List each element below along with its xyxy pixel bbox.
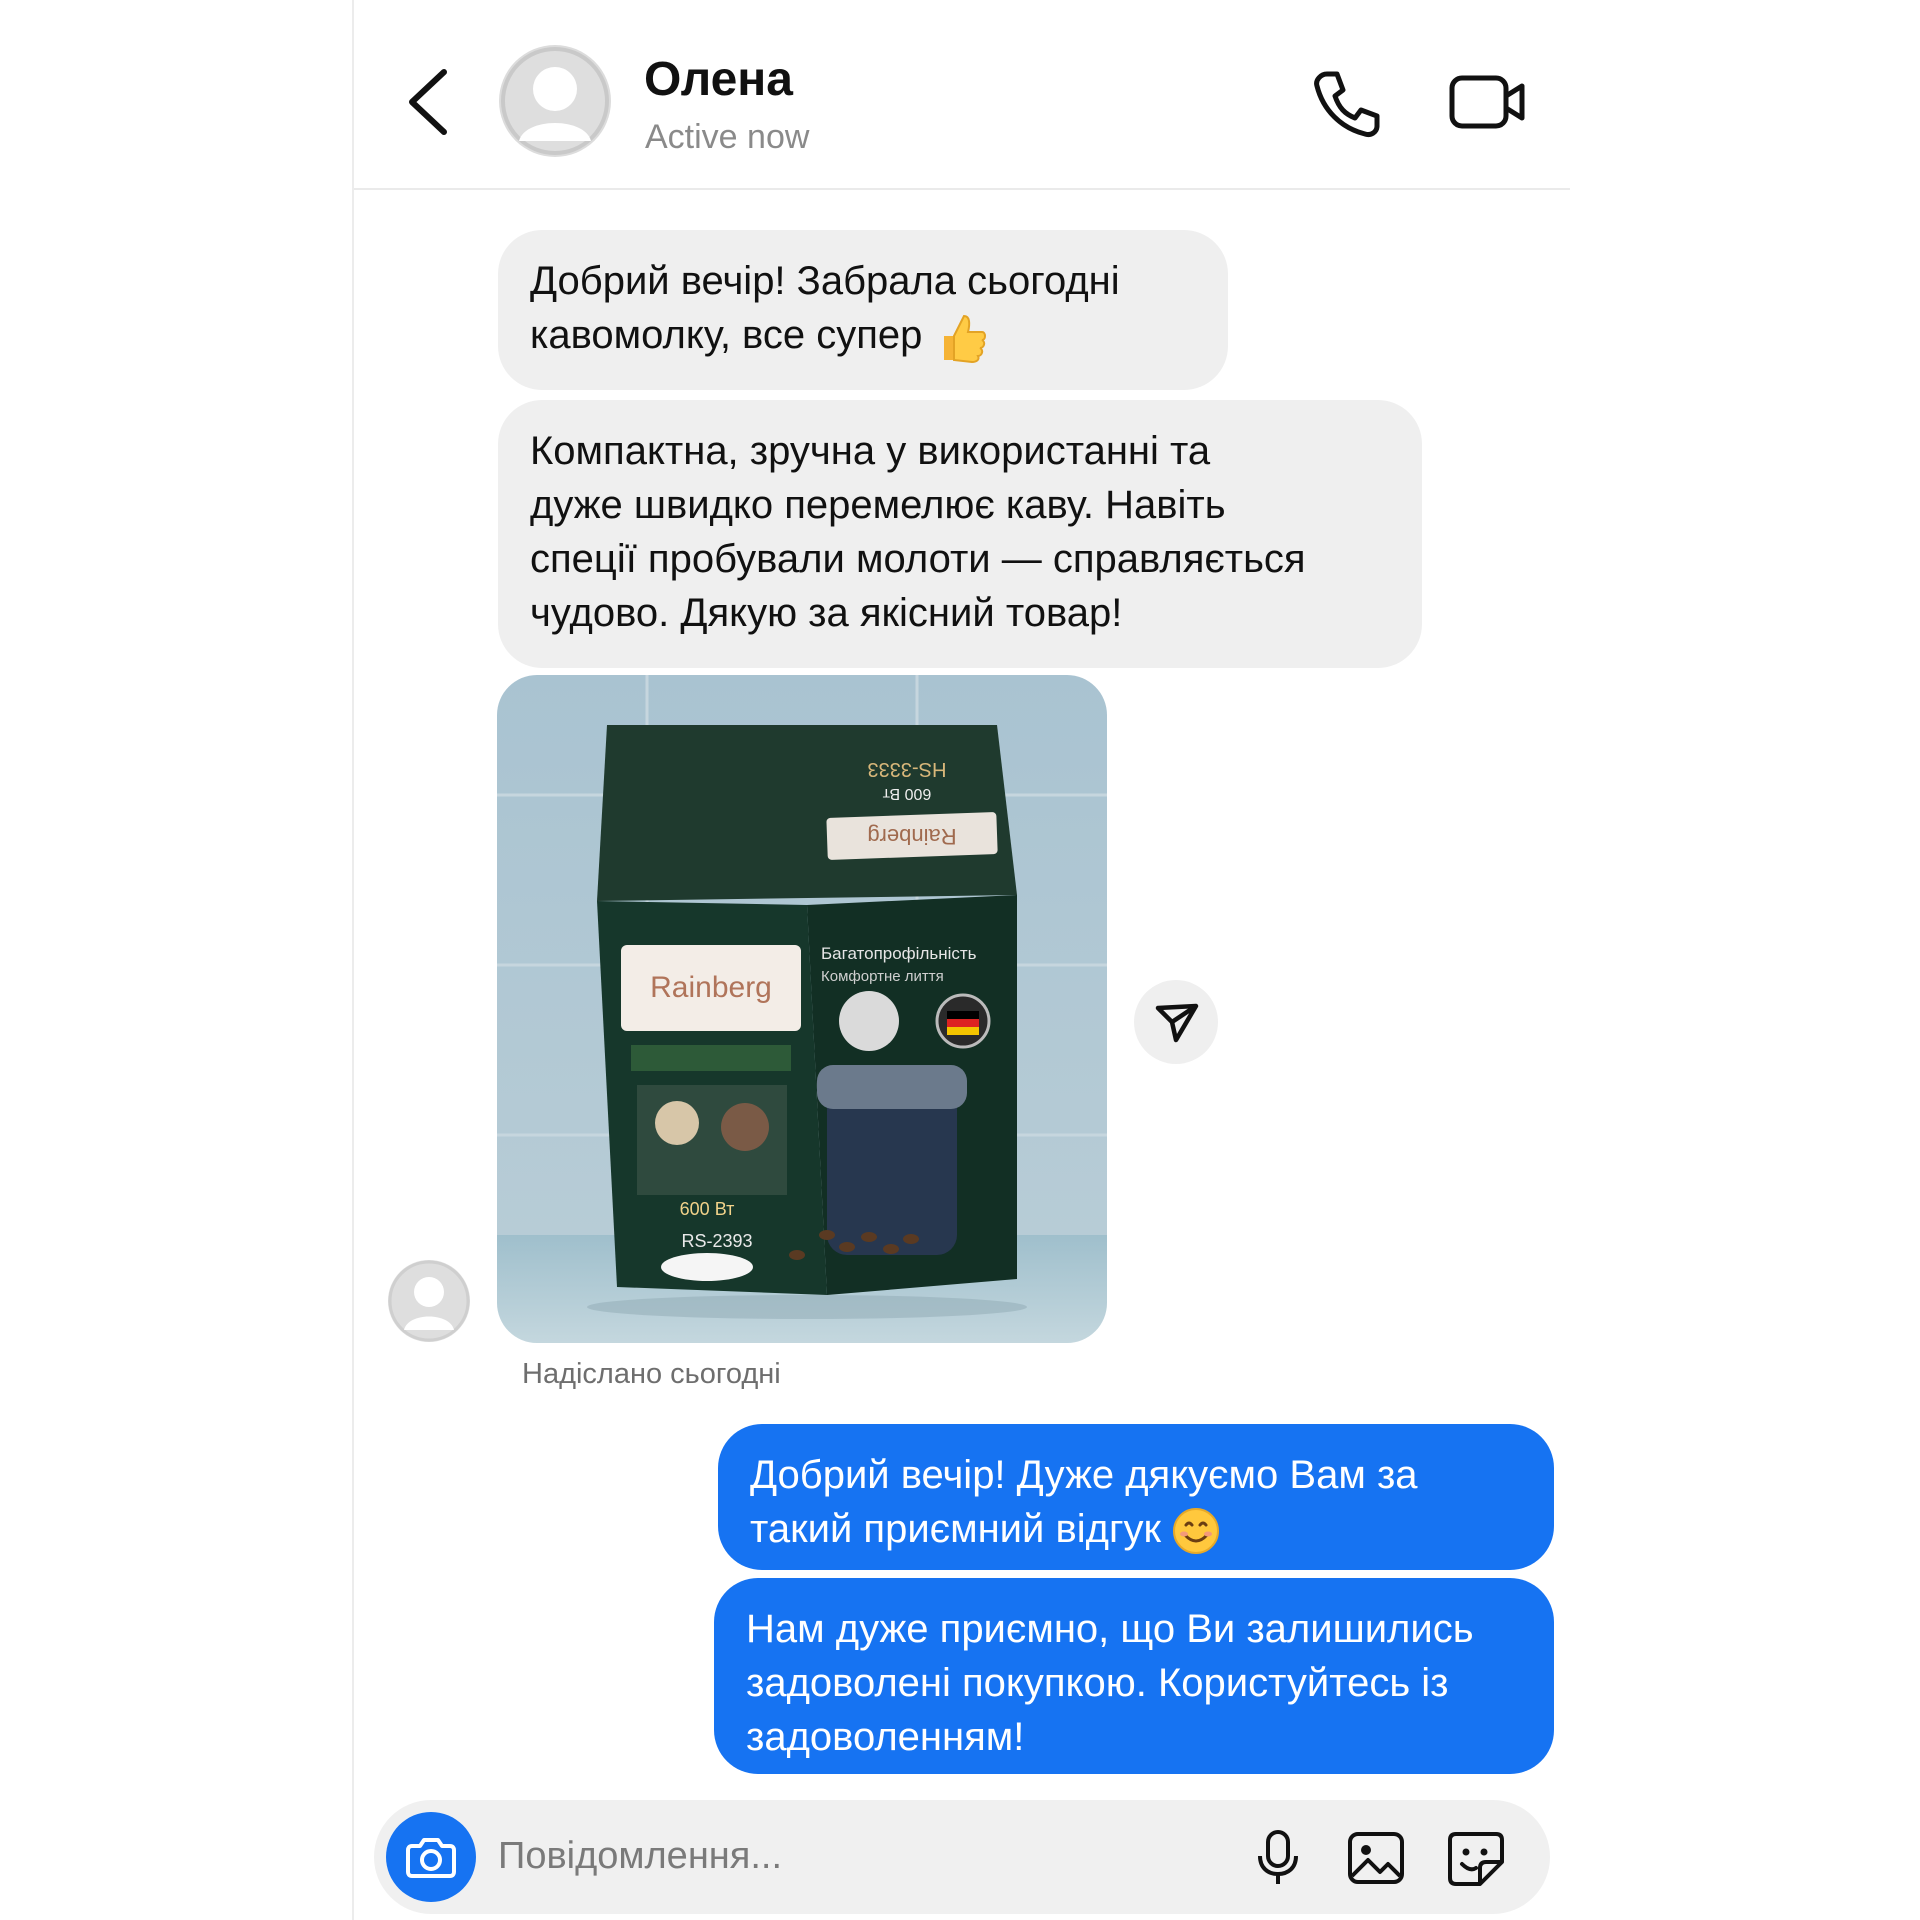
thumbs-up-icon [943, 315, 986, 364]
video-call-icon[interactable] [1448, 70, 1528, 134]
box-model: RS-2393 [681, 1231, 752, 1251]
message-input[interactable] [498, 1826, 1098, 1886]
box-top-model: HS-3333 [868, 758, 947, 780]
message-line: Добрий вечір! Дуже дякуємо Вам за [750, 1453, 1418, 1497]
avatar-placeholder-icon [388, 1260, 470, 1342]
message-text: Добрий вечір! Забрала сьогодні кавомолку… [530, 259, 1120, 357]
message-line: спеції пробували молоти — справляється [530, 537, 1306, 581]
message-line: задоволенням! [746, 1715, 1025, 1759]
incoming-message[interactable]: Компактна, зручна у використанні та дуже… [498, 400, 1422, 668]
gallery-icon[interactable] [1344, 1828, 1408, 1888]
camera-button[interactable] [386, 1812, 476, 1902]
chat-screen: Олена Active now Добрий вечір! Забрала с… [352, 0, 1570, 1920]
box-top-power: 600 Вт [882, 785, 931, 802]
avatar-placeholder-icon [501, 47, 609, 155]
box-brand: Rainberg [650, 971, 772, 1004]
outgoing-message[interactable]: Добрий вечір! Дуже дякуємо Вам за такий … [718, 1424, 1554, 1570]
sent-status-label: Надіслано сьогодні [522, 1358, 781, 1390]
box-tagline-2: Комфортне лиття [821, 968, 944, 985]
message-line: Компактна, зручна у використанні та [530, 429, 1211, 473]
box-tagline-1: Багатопрофільність [821, 944, 977, 963]
back-arrow-icon[interactable] [400, 64, 456, 140]
contact-name[interactable]: Олена [644, 52, 793, 107]
contact-avatar-small[interactable] [388, 1260, 470, 1342]
photo-message[interactable]: Rainberg HS-3333 600 Вт Rainberg 600 Вт … [497, 675, 1107, 1343]
outgoing-message[interactable]: Нам дуже приємно, що Ви залишились задов… [714, 1578, 1554, 1774]
message-line: дуже швидко перемелює каву. Навіть [530, 483, 1226, 527]
chat-header: Олена Active now [354, 0, 1570, 190]
share-button[interactable] [1134, 980, 1218, 1064]
microphone-icon[interactable] [1250, 1828, 1306, 1888]
phone-call-icon[interactable] [1309, 66, 1385, 142]
send-arrow-icon [1155, 1003, 1199, 1043]
message-line: задоволені покупкою. Користуйтесь із [746, 1661, 1449, 1705]
contact-status: Active now [645, 118, 810, 156]
sticker-icon[interactable] [1444, 1828, 1508, 1888]
contact-avatar[interactable] [499, 45, 611, 157]
incoming-message[interactable]: Добрий вечір! Забрала сьогодні кавомолку… [498, 230, 1228, 390]
message-line: такий приємний відгук [750, 1507, 1162, 1551]
coffee-grinder-box-photo: Rainberg HS-3333 600 Вт Rainberg 600 Вт … [497, 675, 1107, 1343]
message-composer [374, 1800, 1550, 1914]
message-line: чудово. Дякую за якісний товар! [530, 591, 1123, 635]
box-power: 600 Вт [680, 1199, 735, 1219]
box-top-brand: Rainberg [867, 824, 956, 849]
camera-icon [406, 1838, 456, 1878]
message-line: Нам дуже приємно, що Ви залишились [746, 1607, 1474, 1651]
smiling-face-icon [1173, 1508, 1220, 1555]
